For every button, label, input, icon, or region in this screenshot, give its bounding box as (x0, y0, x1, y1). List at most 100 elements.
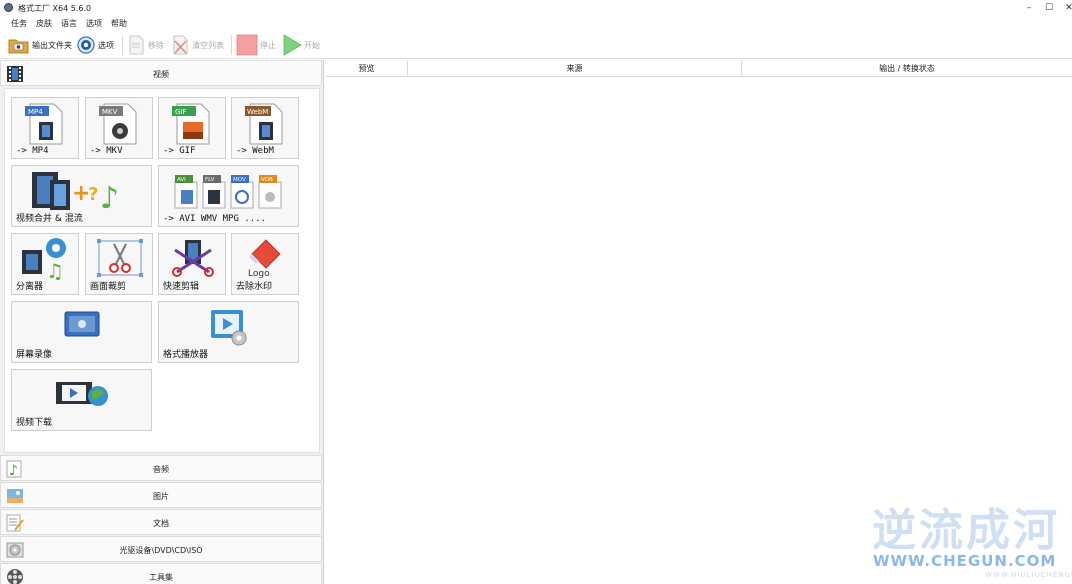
tile-format-player-label: 格式播放器 (163, 350, 209, 360)
options-gear-icon (77, 36, 95, 54)
tile-format-player[interactable]: 格式播放器 (158, 301, 299, 363)
tile-merge-mux-label: 视频合并 & 混流 (16, 214, 83, 224)
stop-icon (236, 34, 258, 56)
category-disc-label: 光驱设备\DVD\CD\ISO (119, 546, 203, 555)
svg-text:MOV: MOV (233, 177, 246, 183)
tile-crop[interactable]: 画面裁剪 (85, 233, 153, 295)
tile-mkv-label: -> MKV (90, 146, 123, 156)
svg-text:?: ? (88, 184, 98, 205)
merge-video-music-icon: + ? ♪ (32, 172, 119, 214)
tile-merge-mux[interactable]: + ? ♪ 视频合并 & 混流 (11, 165, 152, 227)
category-video[interactable]: 视频 (0, 60, 322, 86)
window-title: 格式工厂 X64 5.6.0 (18, 4, 92, 13)
clear-list-label: 清空列表 (192, 40, 224, 50)
video-download-icon (56, 382, 108, 406)
remove-doc-icon (129, 35, 144, 55)
tile-crop-label: 画面裁剪 (90, 282, 127, 292)
svg-text:♪: ♪ (100, 181, 119, 214)
tile-webm-label: -> WebM (236, 146, 274, 156)
category-image[interactable]: 图片 (0, 482, 322, 508)
tile-screen-record[interactable]: 屏幕录像 (11, 301, 152, 363)
column-output-status[interactable]: 输出 / 转换状态 (742, 60, 1072, 77)
maximize-button[interactable]: ☐ (1038, 2, 1060, 14)
category-document[interactable]: 文档 (0, 509, 322, 535)
svg-text:♫: ♫ (46, 259, 64, 280)
tile-gif-label: -> GIF (163, 146, 196, 156)
toolbar-separator (231, 35, 232, 55)
category-disc[interactable]: 光驱设备\DVD\CD\ISO (0, 536, 322, 562)
menu-options[interactable]: 选项 (86, 18, 102, 29)
output-folder-button[interactable]: 输出文件夹 (8, 34, 72, 56)
menu-task[interactable]: 任务 (11, 18, 27, 29)
tile-splitter[interactable]: ♫ 分离器 (11, 233, 79, 295)
tile-mp4-label: -> MP4 (16, 146, 49, 156)
tile-webm[interactable]: WebM -> WebM (231, 97, 299, 159)
svg-text:AVI: AVI (177, 177, 186, 183)
tile-remove-watermark[interactable]: Logo 去除水印 (231, 233, 299, 295)
svg-text:WebM: WebM (247, 108, 268, 116)
quick-clip-icon (172, 240, 214, 277)
svg-text:VOB: VOB (261, 177, 273, 183)
remove-label: 移除 (148, 40, 164, 50)
tile-screen-record-label: 屏幕录像 (16, 350, 53, 360)
category-video-label: 视频 (153, 70, 169, 79)
close-button[interactable]: ✕ (1058, 2, 1072, 14)
mp4-file-icon: MP4 (25, 103, 63, 145)
crop-scissors-icon (97, 239, 143, 277)
multi-format-icon: AVI FLV MOV VOB (174, 175, 282, 209)
gif-file-icon: GIF (172, 103, 210, 145)
watermark-cn-text: 逆流成河 (872, 505, 1060, 556)
toolbar: 输出文件夹 选项 移除 清空列表 停止 开始 (0, 31, 1072, 59)
category-image-label: 图片 (153, 492, 169, 501)
menu-skin[interactable]: 皮肤 (36, 18, 52, 29)
column-preview[interactable]: 预览 (326, 60, 408, 77)
menu-help[interactable]: 帮助 (111, 18, 127, 29)
tile-gif[interactable]: GIF -> GIF (158, 97, 226, 159)
tile-video-download[interactable]: 视频下载 (11, 369, 152, 431)
menu-bar: 任务 皮肤 语言 选项 帮助 (0, 16, 1072, 30)
svg-text:MKV: MKV (102, 108, 118, 116)
clear-list-icon (173, 35, 188, 55)
category-tools-label: 工具集 (149, 573, 173, 582)
webm-file-icon: WebM (245, 103, 283, 145)
stop-label: 停止 (260, 40, 276, 50)
output-folder-label: 输出文件夹 (32, 40, 72, 50)
category-document-label: 文档 (153, 519, 169, 528)
column-source[interactable]: 来源 (408, 60, 742, 77)
menu-language[interactable]: 语言 (61, 18, 77, 29)
start-button[interactable]: 开始 (282, 34, 320, 56)
minimize-button[interactable]: – (1018, 2, 1040, 14)
toolbar-separator (122, 35, 123, 55)
player-icon (211, 310, 247, 346)
tile-mp4[interactable]: MP4 -> MP4 (11, 97, 79, 159)
tile-other-formats-label: -> AVI WMV MPG .... (163, 214, 266, 224)
tile-other-formats[interactable]: AVI FLV MOV VOB -> AVI WMV MPG .... (158, 165, 299, 227)
title-bar: 格式工厂 X64 5.6.0 – ☐ ✕ (0, 0, 1072, 16)
tile-quick-clip-label: 快速剪辑 (163, 282, 200, 292)
svg-text:Logo: Logo (248, 269, 270, 279)
tile-mkv[interactable]: MKV -> MKV (85, 97, 153, 159)
category-audio[interactable]: ♪ 音频 (0, 455, 322, 481)
clear-list-button[interactable]: 清空列表 (172, 34, 224, 56)
options-button[interactable]: 选项 (76, 34, 114, 56)
stop-button[interactable]: 停止 (236, 34, 276, 56)
tile-remove-watermark-label: 去除水印 (236, 282, 273, 292)
tile-quick-clip[interactable]: 快速剪辑 (158, 233, 226, 295)
watermark-url-text: WWW.CHEGUN.COM (873, 552, 1057, 570)
eraser-icon: Logo (248, 239, 281, 279)
app-logo-icon (4, 3, 13, 12)
watermark-sub-text: WWW.NIULIUCHENGHE.COM (985, 571, 1072, 579)
category-tools[interactable]: 工具集 (0, 563, 322, 584)
svg-text:MP4: MP4 (28, 108, 43, 116)
category-audio-label: 音频 (153, 465, 169, 474)
svg-text:FLV: FLV (205, 177, 215, 183)
options-label: 选项 (98, 40, 114, 50)
tile-video-download-label: 视频下载 (16, 418, 53, 428)
task-table-header: 预览 来源 输出 / 转换状态 (326, 60, 1072, 77)
remove-button[interactable]: 移除 (128, 34, 164, 56)
folder-icon (8, 39, 29, 54)
category-panel: 视频 MP4 -> MP4 MKV -> MKV GIF -> GIF WebM… (0, 60, 324, 584)
start-label: 开始 (304, 40, 320, 50)
screen-record-icon (64, 311, 100, 337)
video-tools-grid: MP4 -> MP4 MKV -> MKV GIF -> GIF WebM ->… (4, 88, 320, 453)
